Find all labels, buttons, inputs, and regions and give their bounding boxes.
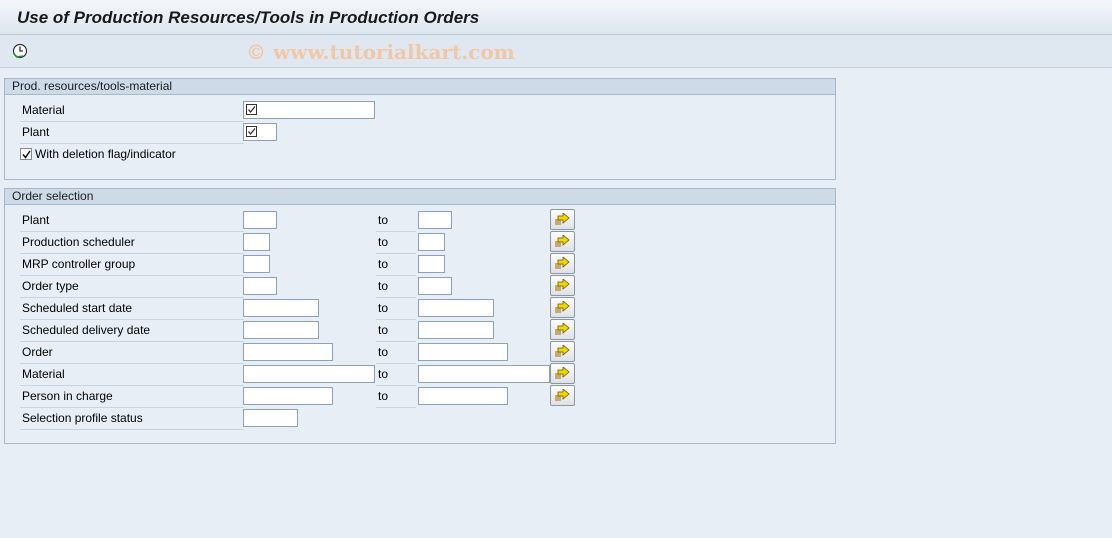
order-row-order: Order to — [5, 341, 835, 364]
production-scheduler-to-input[interactable] — [418, 233, 445, 251]
order-row-label: Scheduled start date — [20, 298, 244, 320]
person-in-charge-from-input[interactable] — [243, 387, 333, 405]
multiple-selection-button[interactable] — [550, 363, 575, 384]
plant-label: Plant — [20, 122, 244, 144]
material-group-header: Prod. resources/tools-material — [5, 79, 835, 95]
multiple-selection-button[interactable] — [550, 385, 575, 406]
order-row-label: MRP controller group — [20, 254, 244, 276]
order-selection-header: Order selection — [5, 189, 835, 205]
order-row-order-type: Order type to — [5, 275, 835, 298]
order-row-scheduled-start-date: Scheduled start date to — [5, 297, 835, 320]
multiple-selection-button[interactable] — [550, 319, 575, 340]
to-label: to — [376, 320, 416, 342]
order-row-material: Material to — [5, 363, 835, 386]
selection-profile-status-input[interactable] — [243, 409, 298, 427]
order-row-label: Selection profile status — [20, 408, 244, 430]
multiple-selection-button[interactable] — [550, 297, 575, 318]
execute-clock-icon[interactable] — [11, 42, 29, 60]
to-label: to — [376, 276, 416, 298]
mrp-controller-group-from-input[interactable] — [243, 255, 270, 273]
order-row-person-in-charge: Person in charge to — [5, 385, 835, 408]
scheduled-start-date-to-input[interactable] — [418, 299, 494, 317]
to-label: to — [376, 298, 416, 320]
required-field-icon — [246, 126, 257, 137]
to-label: to — [376, 210, 416, 232]
order-row-selection-profile-status: Selection profile status — [5, 408, 835, 430]
scheduled-delivery-date-to-input[interactable] — [418, 321, 494, 339]
multiple-selection-button[interactable] — [550, 209, 575, 230]
material-label: Material — [20, 100, 244, 122]
order-row-label: Order — [20, 342, 244, 364]
order-row-label: Plant — [20, 210, 244, 232]
deletion-flag-label: With deletion flag/indicator — [35, 147, 176, 161]
application-toolbar: © www.tutorialkart.com — [0, 35, 1112, 68]
to-label: to — [376, 342, 416, 364]
order-type-from-input[interactable] — [243, 277, 277, 295]
required-field-icon — [246, 104, 257, 115]
order-from-input[interactable] — [243, 343, 333, 361]
plant-row: Plant — [5, 122, 835, 144]
title-bar: Use of Production Resources/Tools in Pro… — [0, 0, 1112, 35]
multiple-selection-button[interactable] — [550, 253, 575, 274]
material-from-input[interactable] — [243, 365, 375, 383]
order-row-scheduled-delivery-date: Scheduled delivery date to — [5, 319, 835, 342]
plant-input[interactable] — [243, 123, 277, 141]
order-row-plant: Plant to — [5, 209, 835, 232]
to-label: to — [376, 254, 416, 276]
plant-to-input[interactable] — [418, 211, 452, 229]
multiple-selection-button[interactable] — [550, 231, 575, 252]
watermark-text: © www.tutorialkart.com — [246, 40, 515, 64]
person-in-charge-to-input[interactable] — [418, 387, 508, 405]
order-selection-group: Order selection Plant to Production sche… — [4, 188, 836, 444]
page-title: Use of Production Resources/Tools in Pro… — [17, 8, 480, 27]
order-row-label: Order type — [20, 276, 244, 298]
scheduled-delivery-date-from-input[interactable] — [243, 321, 319, 339]
to-label: to — [376, 232, 416, 254]
multiple-selection-button[interactable] — [550, 275, 575, 296]
order-row-label: Person in charge — [20, 386, 244, 408]
plant-from-input[interactable] — [243, 211, 277, 229]
order-row-mrp-controller-group: MRP controller group to — [5, 253, 835, 276]
order-row-label: Scheduled delivery date — [20, 320, 244, 342]
deletion-flag-checkbox[interactable] — [20, 148, 32, 160]
order-to-input[interactable] — [418, 343, 508, 361]
material-row: Material — [5, 100, 835, 122]
to-label: to — [376, 364, 416, 386]
material-input[interactable] — [243, 101, 375, 119]
material-to-input[interactable] — [418, 365, 550, 383]
order-type-to-input[interactable] — [418, 277, 452, 295]
order-row-label: Material — [20, 364, 244, 386]
to-label: to — [376, 386, 416, 408]
material-group: Prod. resources/tools-material Material … — [4, 78, 836, 180]
order-row-production-scheduler: Production scheduler to — [5, 231, 835, 254]
order-row-label: Production scheduler — [20, 232, 244, 254]
multiple-selection-button[interactable] — [550, 341, 575, 362]
mrp-controller-group-to-input[interactable] — [418, 255, 445, 273]
scheduled-start-date-from-input[interactable] — [243, 299, 319, 317]
production-scheduler-from-input[interactable] — [243, 233, 270, 251]
